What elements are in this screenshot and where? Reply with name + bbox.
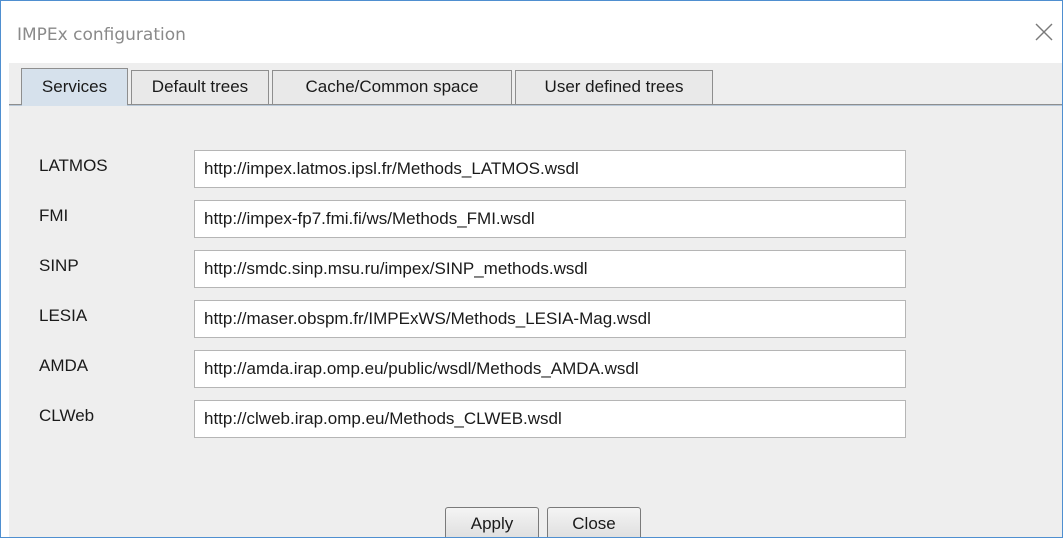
service-url-latmos[interactable] xyxy=(194,150,906,188)
window-title: IMPEx configuration xyxy=(17,25,186,45)
close-x-icon[interactable] xyxy=(1033,21,1055,43)
close-button[interactable]: Close xyxy=(547,507,641,537)
dialog-content: Services Default trees Cache/Common spac… xyxy=(9,63,1062,537)
service-label-fmi: FMI xyxy=(39,206,69,225)
service-url-clweb[interactable] xyxy=(194,400,906,438)
apply-button[interactable]: Apply xyxy=(445,507,539,537)
tab-strip: Services Default trees Cache/Common spac… xyxy=(9,63,1062,106)
service-label-lesia: LESIA xyxy=(39,306,88,325)
service-label-latmos: LATMOS xyxy=(39,156,108,175)
service-url-sinp[interactable] xyxy=(194,250,906,288)
service-url-lesia[interactable] xyxy=(194,300,906,338)
service-label-clweb: CLWeb xyxy=(39,406,95,425)
service-url-fmi[interactable] xyxy=(194,200,906,238)
services-panel: LATMOS FMI SINP LESIA AMDA CLWeb Apply C… xyxy=(9,105,1062,537)
service-url-amda[interactable] xyxy=(194,350,906,388)
tab-cache-common-space[interactable]: Cache/Common space xyxy=(272,70,512,104)
tab-default-trees[interactable]: Default trees xyxy=(131,70,269,104)
title-bar: IMPEx configuration xyxy=(1,1,1062,63)
service-label-sinp: SINP xyxy=(39,256,79,275)
tab-services[interactable]: Services xyxy=(21,68,128,106)
tab-user-defined-trees[interactable]: User defined trees xyxy=(515,70,713,104)
service-label-amda: AMDA xyxy=(39,356,89,375)
impex-configuration-dialog: IMPEx configuration Services Default tre… xyxy=(0,0,1063,538)
